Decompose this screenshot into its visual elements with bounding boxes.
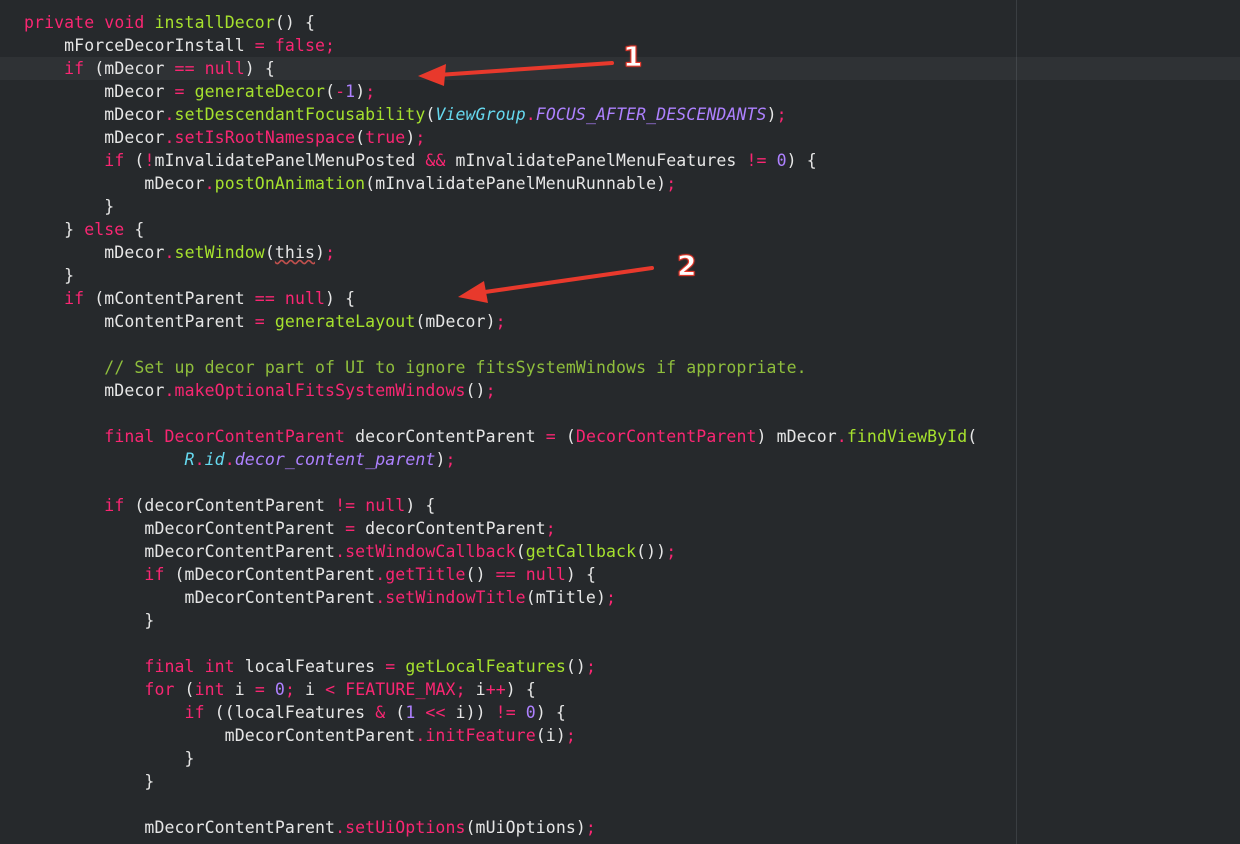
arrow-1 <box>418 61 614 86</box>
annotation-label-2: 2 <box>676 249 697 283</box>
code-editor[interactable]: private void installDecor() { mForceDeco… <box>0 0 1240 844</box>
arrow-2 <box>458 266 654 303</box>
annotation-layer <box>418 61 654 303</box>
annotation-label-1: 1 <box>622 40 643 74</box>
